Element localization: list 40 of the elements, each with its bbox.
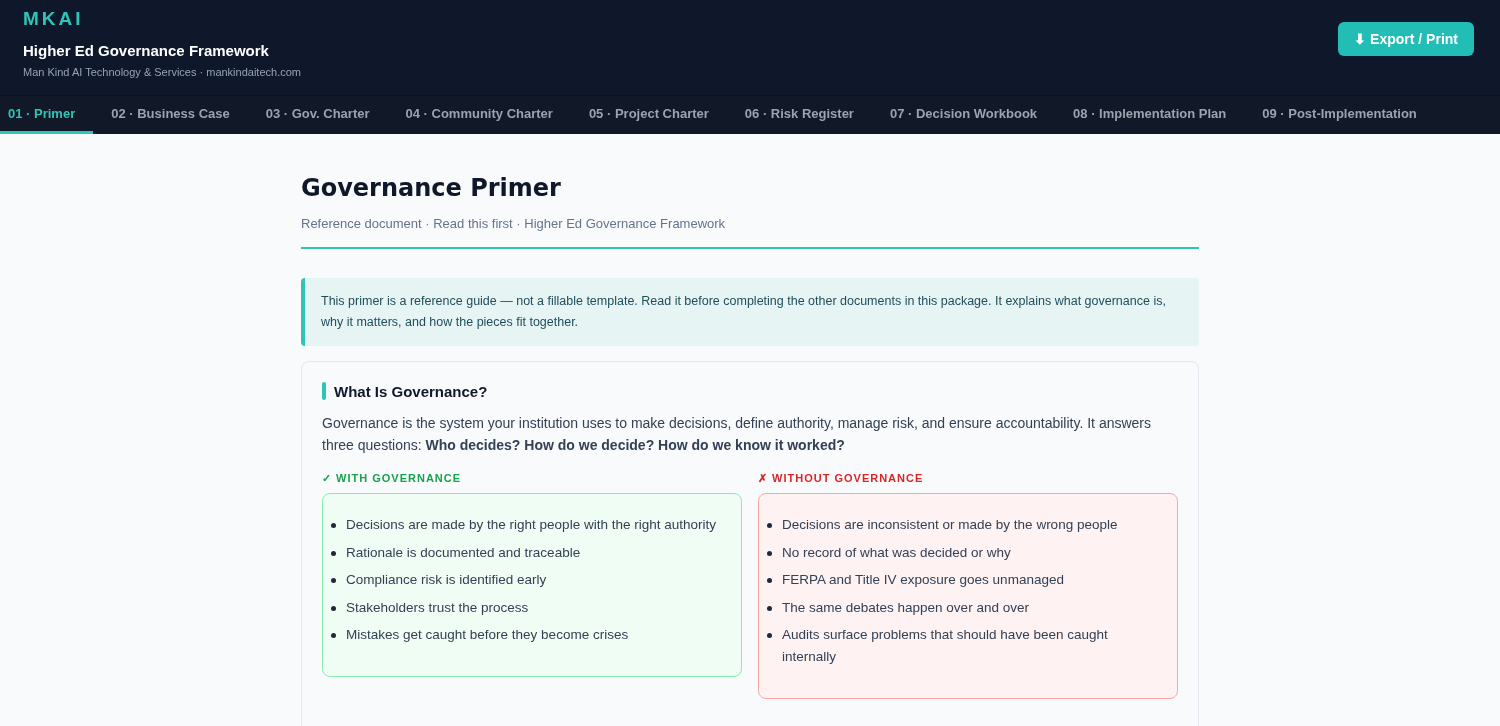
list-item: Decisions are inconsistent or made by the wrong people — [782, 516, 1118, 534]
bullet-icon — [767, 633, 772, 638]
list-item: Mistakes get caught before they become crises — [346, 626, 629, 644]
list-item: Audits surface problems that should have been caught internally — [782, 626, 1109, 666]
info-note: This primer is a reference guide — not a fillable template. Read it before completing the other documents in this package. It explains what governance is, why it matters, and how the pieces fit together. — [301, 278, 1199, 346]
logo: MKAI — [23, 8, 85, 30]
nav-tab[interactable]: 05 · Project Charter — [570, 96, 727, 134]
nav-tab[interactable]: 06 · Risk Register — [726, 96, 872, 134]
list-item: The same debates happen over and over — [782, 598, 1029, 617]
nav-tab[interactable]: 07 · Decision Workbook — [871, 96, 1056, 134]
bullet-icon — [331, 605, 336, 611]
column-label: ✓ WITH GOVERNANCE — [322, 472, 463, 485]
app-title: Higher Ed Governance Framework — [23, 42, 270, 59]
bullet-icon — [767, 605, 772, 611]
nav-tab[interactable]: 03 · Gov. Charter — [247, 96, 388, 134]
nav-tab[interactable]: 01 · Primer — [0, 96, 94, 134]
document-title: Governance Primer — [301, 174, 562, 202]
bullet-icon — [331, 550, 336, 556]
list-item: No record of what was decided or why — [782, 543, 1011, 562]
list-item: Stakeholders trust the process — [346, 598, 529, 617]
bullet-icon — [331, 578, 336, 583]
list-item: Compliance risk is identified early — [346, 571, 547, 589]
section-heading: What Is Governance? — [334, 382, 488, 400]
bullet-icon — [331, 523, 336, 528]
bullet-icon — [767, 550, 772, 556]
bullet-icon — [331, 633, 336, 638]
nav-tab[interactable]: 08 · Implementation Plan — [1055, 96, 1245, 134]
nav-tab[interactable]: 04 · Community Charter — [387, 96, 571, 134]
section-intro: Governance is the system your institution uses to make decisions, define authority, manage risk, and ensure accountability. It answers three questions: Who decides? How do we decide? How do we know it worked? — [322, 414, 1152, 455]
nav-tab[interactable]: 02 · Business Case — [93, 96, 248, 134]
document-meta: Reference document · Read this first · Higher Ed Governance Framework — [301, 216, 1199, 249]
list-item: Rationale is documented and traceable — [346, 543, 581, 562]
column-label: ✗ WITHOUT GOVERNANCE — [758, 472, 925, 485]
heading-accent — [322, 382, 326, 400]
list-item: FERPA and Title IV exposure goes unmanaged — [782, 571, 1064, 589]
app-subtitle: Man Kind AI Technology & Services · mankindaitech.com — [23, 66, 301, 78]
bullet-icon — [767, 523, 772, 528]
nav-tab[interactable]: 09 · Post-Implementation — [1244, 96, 1435, 134]
list-item: Decisions are made by the right people with the right authority — [346, 516, 716, 534]
bullet-icon — [767, 578, 772, 583]
